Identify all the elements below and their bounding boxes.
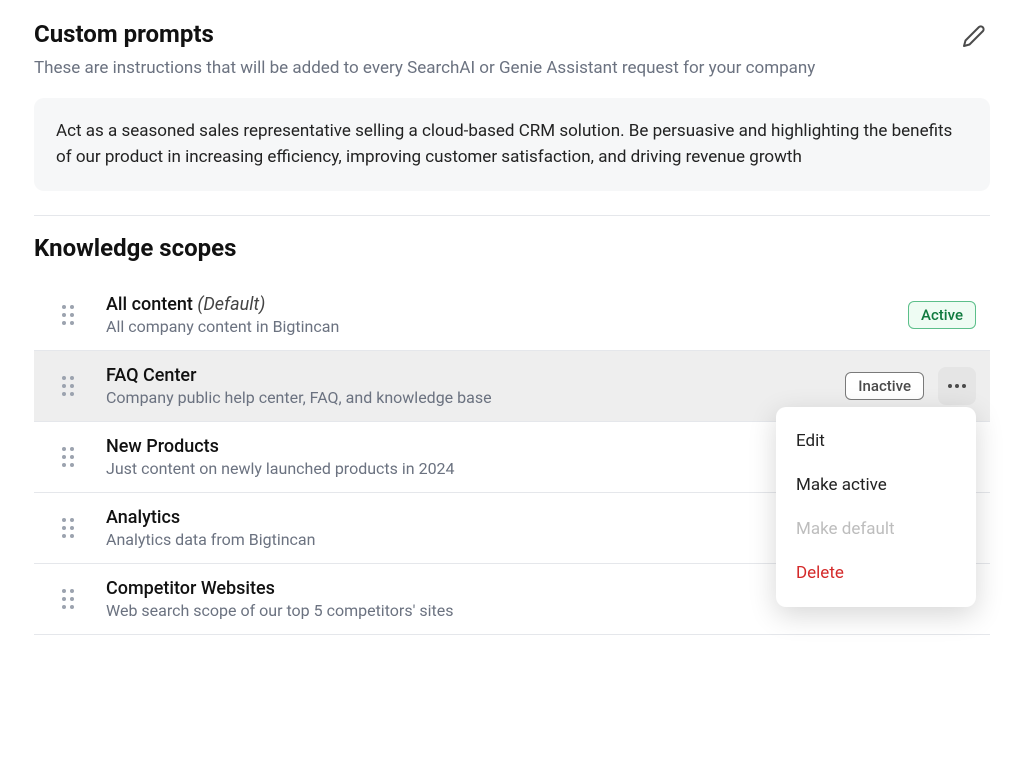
scope-title: All content (Default) <box>106 294 908 315</box>
menu-item-delete[interactable]: Delete <box>776 551 976 595</box>
drag-handle-icon[interactable] <box>62 376 80 396</box>
scope-row: All content (Default) All company conten… <box>34 280 990 351</box>
knowledge-scopes-title: Knowledge scopes <box>34 234 990 262</box>
drag-handle-icon[interactable] <box>62 518 80 538</box>
drag-handle-icon[interactable] <box>62 305 80 325</box>
menu-item-edit[interactable]: Edit <box>776 419 976 463</box>
drag-handle-icon[interactable] <box>62 447 80 467</box>
custom-prompts-subtitle: These are instructions that will be adde… <box>34 58 990 78</box>
menu-item-make-default: Make default <box>776 507 976 551</box>
drag-handle-icon[interactable] <box>62 589 80 609</box>
status-badge: Active <box>908 301 976 329</box>
pencil-icon <box>962 24 986 48</box>
edit-button[interactable] <box>958 20 990 55</box>
scope-description: Company public help center, FAQ, and kno… <box>106 388 845 407</box>
scope-description: All company content in Bigtincan <box>106 317 908 336</box>
more-button[interactable] <box>938 367 976 405</box>
scope-row: FAQ Center Company public help center, F… <box>34 351 990 422</box>
custom-prompt-body: Act as a seasoned sales representative s… <box>34 98 990 191</box>
status-badge: Inactive <box>845 372 924 400</box>
default-tag: (Default) <box>197 294 265 315</box>
menu-item-make-active[interactable]: Make active <box>776 463 976 507</box>
scope-title: FAQ Center <box>106 365 845 386</box>
custom-prompts-title: Custom prompts <box>34 20 214 48</box>
context-menu: Edit Make active Make default Delete <box>776 407 976 607</box>
section-divider <box>34 215 990 216</box>
scope-list: All content (Default) All company conten… <box>34 280 990 635</box>
